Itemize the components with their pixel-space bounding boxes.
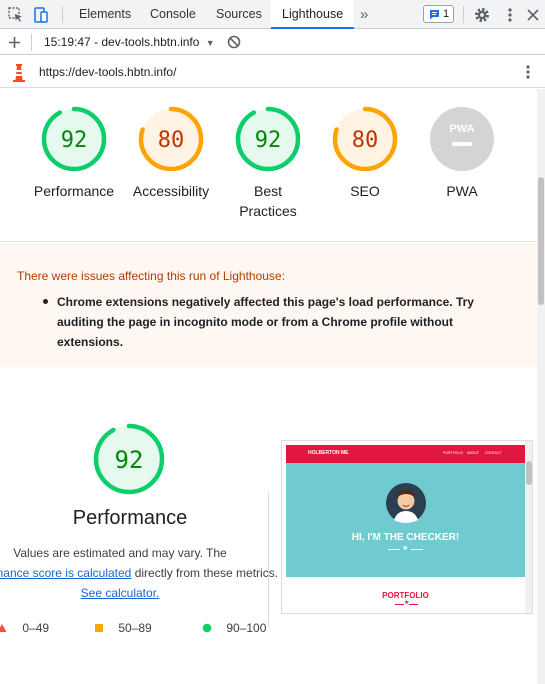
report-selector-label: 15:19:47 - dev-tools.hbtn.info [44, 35, 200, 49]
issues-icon [430, 10, 439, 20]
gauge-score: 80 [158, 128, 185, 153]
performance-title: Performance [72, 507, 188, 529]
run-warnings: There were issues affecting this run of … [0, 243, 537, 367]
performance-description: Values are estimated and may vary. The p… [0, 543, 280, 603]
score-gauge-best-practices[interactable]: 92 Best Practices [218, 106, 318, 221]
issues-count: 1 [443, 8, 450, 20]
gauge-label: Best Practices [239, 183, 297, 219]
avatar [386, 483, 426, 523]
score-gauge-performance[interactable]: 92 Performance [24, 106, 124, 201]
legend-fail: 0–49 [0, 621, 49, 635]
site-brand: HOLBERTON ME [308, 450, 349, 456]
pwa-badge-bg [430, 107, 494, 171]
vertical-separator [268, 492, 269, 627]
hero-divider [411, 549, 423, 550]
report-url[interactable]: https://dev-tools.hbtn.info/ [39, 65, 176, 79]
gauge-label: Performance [33, 183, 115, 199]
score-gauge-pwa[interactable]: PWA PWA [412, 106, 512, 201]
more-tabs-button[interactable]: » [360, 0, 368, 29]
legend-pass-range: 90–100 [226, 621, 267, 635]
report-scrollbar-thumb[interactable] [538, 177, 544, 305]
pass-circle-icon [202, 623, 212, 633]
warning-bullet [43, 299, 48, 304]
tab-lighthouse[interactable]: Lighthouse [271, 0, 355, 29]
clear-icon[interactable] [227, 35, 241, 49]
gauge-ring: 80 [138, 106, 204, 172]
toolbar-separator [31, 34, 32, 51]
device-toolbar-icon[interactable] [32, 6, 50, 24]
legend-average: 50–89 [94, 621, 152, 635]
more-options-icon[interactable] [501, 6, 519, 24]
pwa-badge-text: PWA [449, 123, 474, 135]
lighthouse-report: 92 Performance 80 Accessibility 92 Best Pract… [0, 89, 537, 684]
calculator-link[interactable]: See calculator. [81, 586, 160, 600]
inspect-element-icon[interactable] [7, 6, 25, 24]
report-menu-icon[interactable] [522, 63, 534, 81]
gauge-score: 80 [352, 128, 379, 153]
legend-fail-range: 0–49 [22, 621, 50, 635]
report-url-bar: https://dev-tools.hbtn.info/ [0, 56, 545, 88]
performance-score-large: 92 [115, 446, 144, 474]
site-navbar: HOLBERTON ME PORTFOLIO ABOUT CONTACT [286, 445, 525, 463]
gauge-ring: 92 [235, 106, 301, 172]
gauge-score: 92 [61, 128, 88, 153]
gauge-label: Accessibility [132, 183, 210, 199]
report-selector[interactable]: 15:19:47 - dev-tools.hbtn.info ▼ [44, 35, 215, 49]
tabbar-separator [62, 6, 63, 23]
tabbar-separator [463, 6, 464, 23]
score-gauge-accessibility[interactable]: 80 Accessibility [121, 106, 221, 201]
chevron-down-icon: ▼ [205, 38, 215, 48]
gauge-label: SEO [350, 183, 380, 199]
performance-gauge-large[interactable]: 92 [93, 423, 165, 500]
site-nav-contact: CONTACT [485, 451, 502, 455]
devtools-tabbar: Elements Console Sources Lighthouse » 1 [0, 0, 545, 29]
legend-pass: 90–100 [202, 621, 266, 635]
tab-elements[interactable]: Elements [79, 0, 131, 29]
tab-console[interactable]: Console [150, 0, 196, 29]
gauge-score: 92 [255, 128, 282, 153]
report-scrollbar[interactable] [537, 89, 545, 684]
star-icon: ★ [404, 600, 410, 606]
lighthouse-toolbar: 15:19:47 - dev-tools.hbtn.info ▼ [0, 30, 545, 55]
performance-score-link[interactable]: performance score is calculated [0, 566, 131, 580]
lighthouse-logo-icon [13, 64, 25, 82]
site-hero: HI, I'M THE CHECKER! ★ [286, 463, 525, 577]
site-nav-about: ABOUT [467, 451, 480, 455]
screenshot-scroll-thumb [526, 461, 532, 485]
section-divider-line [409, 604, 418, 605]
pwa-badge-dash [452, 142, 472, 146]
close-icon[interactable] [524, 6, 542, 24]
site-hero-text: HI, I'M THE CHECKER! [351, 532, 460, 543]
legend-average-range: 50–89 [118, 621, 152, 635]
plus-icon[interactable] [8, 36, 21, 49]
screenshot-scrollbar [525, 441, 532, 613]
section-divider [0, 241, 537, 242]
issues-badge[interactable]: 1 [423, 5, 454, 23]
warning-title: There were issues affecting this run of … [17, 269, 285, 283]
warning-item: Chrome extensions negatively affected th… [57, 295, 474, 349]
hero-divider [388, 549, 400, 550]
gear-icon[interactable] [473, 6, 491, 24]
score-gauge-seo[interactable]: 80 SEO [315, 106, 415, 201]
average-square-icon [95, 624, 103, 632]
tab-sources[interactable]: Sources [216, 0, 262, 29]
star-icon: ★ [402, 545, 409, 552]
performance-desc-text: Values are estimated and may vary. The [13, 546, 227, 560]
site-nav-portfolio: PORTFOLIO [443, 451, 464, 455]
gauge-ring: 92 [41, 106, 107, 172]
performance-desc-text2: directly from these metrics. [134, 566, 279, 580]
gauge-ring: PWA [430, 107, 494, 171]
section-divider-line [395, 604, 404, 605]
final-screenshot[interactable]: HOLBERTON ME PORTFOLIO ABOUT CONTACT HI,… [281, 440, 533, 614]
fail-triangle-icon [0, 624, 7, 632]
gauge-ring: 80 [332, 106, 398, 172]
gauge-label: PWA [446, 183, 478, 199]
